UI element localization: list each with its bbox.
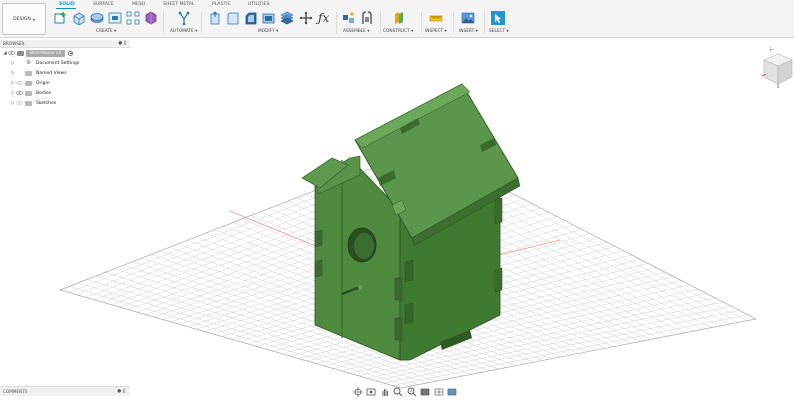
workspace-switcher[interactable]: DESIGN ▾ xyxy=(2,3,46,35)
browser-panel: BROWSER ● ‖ ◢ Bird House v4 ▷ ⚙ Document… xyxy=(0,40,130,115)
toolbar-divider xyxy=(336,12,337,34)
gear-icon: ⚙ xyxy=(25,60,31,66)
offset-plane-icon[interactable] xyxy=(392,11,406,25)
active-radio-icon[interactable] xyxy=(68,50,74,56)
browser-title: BROWSER xyxy=(3,41,25,46)
create-sketch-icon[interactable] xyxy=(54,11,68,25)
visibility-eye-off-icon[interactable] xyxy=(16,81,23,85)
look-at-icon[interactable] xyxy=(366,387,378,397)
comments-panel-controls[interactable]: ● ‖ xyxy=(117,389,125,394)
toolbar-divider xyxy=(484,12,485,34)
tab-sheet-metal[interactable]: SHEET METAL xyxy=(163,2,194,7)
insert-menu[interactable]: INSERT ▾ xyxy=(459,29,478,34)
extrude-icon[interactable] xyxy=(72,11,86,25)
select-menu[interactable]: SELECT ▾ xyxy=(489,29,509,34)
folder-icon xyxy=(25,100,32,106)
active-tab-indicator xyxy=(56,8,76,9)
move-icon[interactable] xyxy=(299,11,313,25)
tree-item-bodies[interactable]: ▷ Bodies xyxy=(0,88,130,98)
construct-menu[interactable]: CONSTRUCT ▾ xyxy=(383,29,413,34)
navigation-bar xyxy=(352,386,458,398)
toolbar-divider xyxy=(421,12,422,34)
toolbar: DESIGN ▾ SOLID SURFACE MESH SHEET METAL … xyxy=(0,0,794,38)
tab-surface[interactable]: SURFACE xyxy=(93,2,114,7)
fusion-app-window: DESIGN ▾ SOLID SURFACE MESH SHEET METAL … xyxy=(0,0,794,402)
toolbar-divider xyxy=(380,12,381,34)
create-menu[interactable]: CREATE ▾ xyxy=(96,29,116,34)
tree-item-document-settings[interactable]: ▷ ⚙ Document Settings xyxy=(0,58,130,68)
modify-menu[interactable]: MODIFY ▾ xyxy=(258,29,278,34)
folder-icon xyxy=(25,70,32,76)
visibility-eye-icon[interactable] xyxy=(8,51,15,55)
tree-root[interactable]: ◢ Bird House v4 xyxy=(0,48,130,58)
comments-panel[interactable]: COMMENTS ● ‖ xyxy=(0,386,130,396)
inspect-menu[interactable]: INSPECT ▾ xyxy=(425,29,447,34)
browser-header: BROWSER ● ‖ xyxy=(0,40,130,48)
toolbar-divider xyxy=(453,12,454,34)
tab-mesh[interactable]: MESH xyxy=(132,2,145,7)
tab-utilities[interactable]: UTILITIES xyxy=(248,2,269,7)
tree-root-label: Bird House v4 xyxy=(26,49,66,57)
grid-settings-icon[interactable] xyxy=(433,387,445,397)
folder-icon xyxy=(25,80,32,86)
document-icon xyxy=(17,50,24,56)
new-component-icon[interactable] xyxy=(342,11,356,25)
toolbar-divider xyxy=(163,12,164,34)
workspace-label: DESIGN xyxy=(13,16,31,22)
visibility-eye-icon[interactable] xyxy=(16,91,23,95)
visibility-eye-off-icon[interactable] xyxy=(16,101,23,105)
revolve-icon[interactable] xyxy=(90,11,104,25)
shell-icon[interactable] xyxy=(262,11,276,25)
tree-item-label: Sketches xyxy=(36,100,57,106)
rectangular-pattern-icon[interactable] xyxy=(126,11,140,25)
folder-icon xyxy=(25,90,32,96)
insert-image-icon[interactable] xyxy=(461,11,475,25)
tab-solid[interactable]: SOLID xyxy=(59,2,75,7)
measure-icon[interactable] xyxy=(429,11,443,25)
chamfer-icon[interactable] xyxy=(244,11,258,25)
bird-house-body[interactable] xyxy=(301,83,521,361)
automate-icon[interactable] xyxy=(177,11,191,25)
comments-title: COMMENTS xyxy=(3,389,28,394)
chevron-down-icon: ▾ xyxy=(32,16,35,22)
fillet-icon[interactable] xyxy=(226,11,240,25)
view-cube[interactable] xyxy=(760,44,794,88)
select-icon[interactable] xyxy=(491,11,505,25)
orbit-icon[interactable] xyxy=(352,387,364,397)
viewports-icon[interactable] xyxy=(447,387,459,397)
tree-item-sketches[interactable]: ▷ Sketches xyxy=(0,98,130,108)
browser-panel-controls[interactable]: ● ‖ xyxy=(118,41,126,46)
combine-icon[interactable] xyxy=(280,11,294,25)
fit-view-icon[interactable] xyxy=(406,387,418,397)
tree-item-origin[interactable]: ▷ Origin xyxy=(0,78,130,88)
create-form-icon[interactable] xyxy=(144,11,158,25)
tree-item-label: Bodies xyxy=(36,90,52,96)
assemble-menu[interactable]: ASSEMBLE ▾ xyxy=(343,29,369,34)
joint-icon[interactable] xyxy=(360,11,374,25)
tree-item-named-views[interactable]: ▷ Named Views xyxy=(0,68,130,78)
press-pull-icon[interactable] xyxy=(208,11,222,25)
toolbar-divider xyxy=(201,12,202,34)
automate-menu[interactable]: AUTOMATE ▾ xyxy=(170,29,197,34)
display-settings-icon[interactable] xyxy=(420,387,432,397)
pan-hand-icon[interactable] xyxy=(379,387,391,397)
parameters-fx-icon[interactable]: ƒx xyxy=(318,11,332,25)
hole-icon[interactable] xyxy=(108,11,122,25)
zoom-icon[interactable] xyxy=(393,387,405,397)
tab-plastic[interactable]: PLASTIC xyxy=(212,2,231,7)
tree-item-label: Origin xyxy=(36,80,50,86)
tree-item-label: Named Views xyxy=(36,70,67,76)
tree-item-label: Document Settings xyxy=(36,60,80,66)
